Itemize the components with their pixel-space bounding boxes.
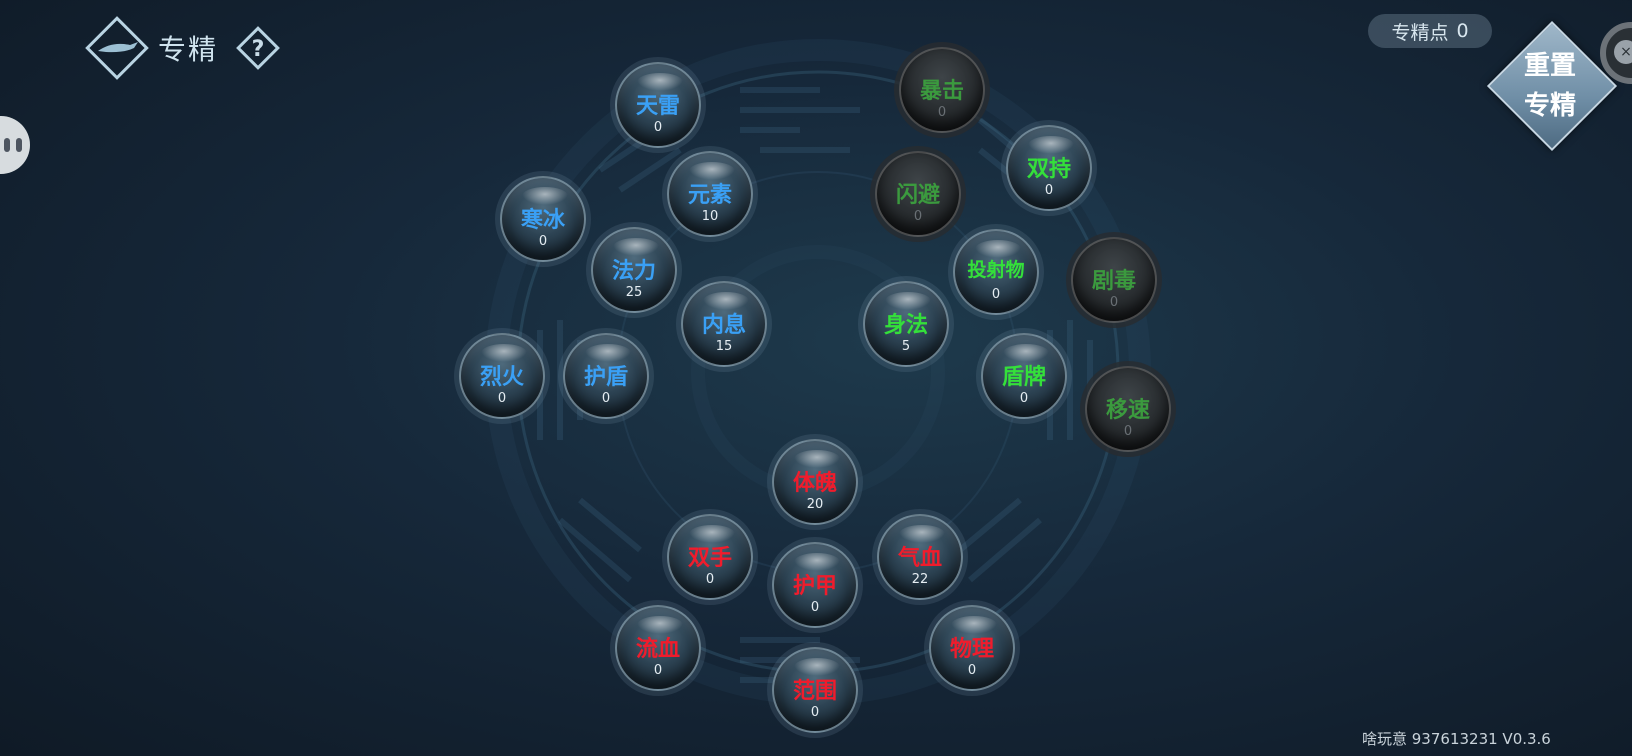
skill-level: 0: [601, 391, 611, 406]
skill-name: 护盾: [583, 364, 628, 390]
skill-name: 元素: [687, 182, 732, 208]
skill-node[interactable]: 双持 0: [1006, 125, 1092, 211]
skill-level: 0: [497, 391, 507, 406]
side-drawer-handle[interactable]: [0, 116, 30, 174]
skill-level: 22: [911, 572, 929, 587]
skill-name: 体魄: [792, 470, 837, 496]
skill-name: 内息: [701, 312, 746, 338]
skill-name: 盾牌: [1001, 364, 1046, 390]
skill-name: 护甲: [792, 573, 837, 599]
skill-level: 0: [653, 663, 663, 678]
reset-label: 重置 专精: [1484, 46, 1616, 126]
skill-level: 0: [1044, 183, 1054, 198]
skill-level: 0: [1123, 424, 1133, 439]
skill-level: 0: [1109, 295, 1119, 310]
reset-specialization-button[interactable]: 重置 专精: [1484, 18, 1618, 152]
skill-name: 暴击: [919, 78, 964, 104]
handle-mark-left: [4, 138, 10, 152]
skill-level: 0: [810, 705, 820, 720]
close-icon: ×: [1614, 40, 1632, 64]
skill-level: 0: [810, 600, 820, 615]
skill-level: 0: [913, 209, 923, 224]
header: 专精 ?: [84, 16, 282, 80]
skill-node[interactable]: 物理 0: [929, 605, 1015, 691]
skill-node[interactable]: 流血 0: [615, 605, 701, 691]
skill-name: 身法: [883, 312, 928, 338]
skill-name: 剧毒: [1091, 268, 1136, 294]
skill-node[interactable]: 投射物 0: [953, 229, 1039, 315]
svg-text:?: ?: [252, 37, 265, 62]
skill-node[interactable]: 移速 0: [1085, 366, 1171, 452]
skill-node[interactable]: 烈火 0: [459, 333, 545, 419]
specialization-points-badge: 专精点 0: [1368, 14, 1492, 48]
skill-level: 25: [625, 285, 643, 300]
skill-name: 法力: [611, 258, 656, 284]
taiji-backdrop: [485, 39, 1151, 705]
skill-node[interactable]: 盾牌 0: [981, 333, 1067, 419]
skill-node[interactable]: 体魄 20: [772, 439, 858, 525]
skill-level: 0: [705, 572, 715, 587]
page-title: 专精: [158, 33, 219, 66]
skill-level: 0: [937, 105, 947, 120]
skill-name: 烈火: [479, 364, 524, 390]
skill-name: 天雷: [635, 93, 680, 119]
skill-node[interactable]: 护盾 0: [563, 333, 649, 419]
skill-name: 寒冰: [520, 207, 565, 233]
handle-mark-right: [16, 138, 22, 152]
reset-label-line2: 专精: [1523, 91, 1576, 121]
skill-name: 闪避: [895, 182, 940, 208]
skill-node[interactable]: 寒冰 0: [500, 176, 586, 262]
version-label: 啥玩意 937613231 V0.3.6: [1362, 730, 1551, 748]
skill-node[interactable]: 双手 0: [667, 514, 753, 600]
reset-label-line1: 重置: [1523, 51, 1576, 81]
skill-node[interactable]: 天雷 0: [615, 62, 701, 148]
skill-node[interactable]: 剧毒 0: [1071, 237, 1157, 323]
skill-node[interactable]: 法力 25: [591, 227, 677, 313]
skill-node[interactable]: 闪避 0: [875, 151, 961, 237]
skill-name: 物理: [949, 636, 994, 662]
skill-node[interactable]: 内息 15: [681, 281, 767, 367]
help-button[interactable]: ?: [234, 24, 282, 72]
skill-name: 移速: [1105, 397, 1150, 423]
skill-node[interactable]: 暴击 0: [899, 47, 985, 133]
points-label: 专精点: [1391, 21, 1449, 44]
points-value: 0: [1456, 20, 1469, 42]
skill-level: 0: [967, 663, 977, 678]
skill-node[interactable]: 气血 22: [877, 514, 963, 600]
skill-level: 5: [901, 339, 911, 354]
skill-level: 10: [701, 209, 719, 224]
skill-name: 流血: [635, 636, 680, 662]
skill-node[interactable]: 身法 5: [863, 281, 949, 367]
skill-node[interactable]: 范围 0: [772, 647, 858, 733]
skill-level: 0: [991, 287, 1001, 302]
skill-name: 双持: [1026, 156, 1071, 182]
skill-name: 双手: [687, 545, 732, 571]
skill-name: 气血: [897, 545, 942, 571]
skill-level: 15: [715, 339, 733, 354]
skill-node[interactable]: 元素 10: [667, 151, 753, 237]
skill-level: 0: [538, 234, 548, 249]
skill-level: 0: [1019, 391, 1029, 406]
skill-level: 0: [653, 120, 663, 135]
dolphin-icon: [85, 16, 149, 80]
skill-level: 20: [806, 497, 824, 512]
question-icon: ?: [236, 26, 280, 70]
back-button[interactable]: [84, 15, 150, 81]
skill-name: 投射物: [967, 259, 1025, 281]
skill-name: 范围: [792, 678, 837, 704]
skill-node[interactable]: 护甲 0: [772, 542, 858, 628]
